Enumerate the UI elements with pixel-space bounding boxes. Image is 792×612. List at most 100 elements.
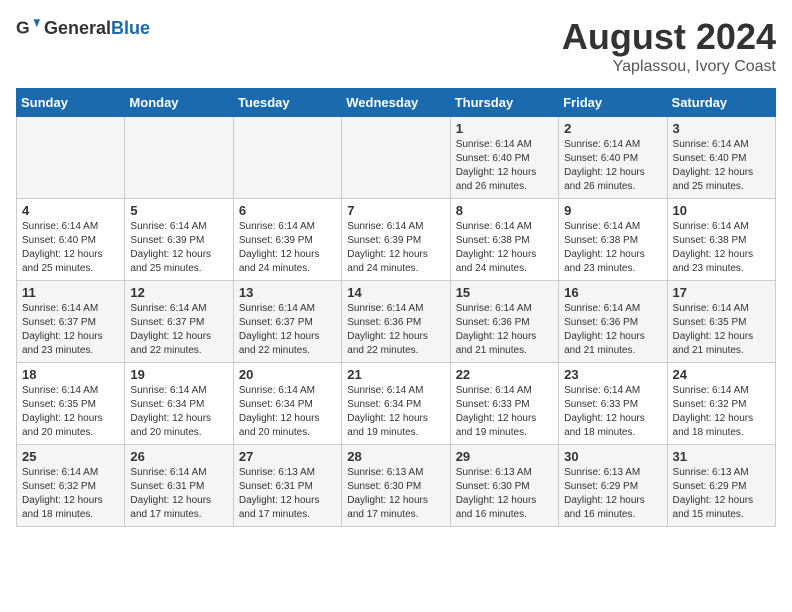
- day-info: Sunrise: 6:14 AM Sunset: 6:32 PM Dayligh…: [673, 384, 770, 440]
- day-info: Sunrise: 6:14 AM Sunset: 6:38 PM Dayligh…: [673, 220, 770, 276]
- calendar-cell: 2Sunrise: 6:14 AM Sunset: 6:40 PM Daylig…: [559, 117, 667, 199]
- calendar-week-row: 25Sunrise: 6:14 AM Sunset: 6:32 PM Dayli…: [17, 445, 776, 527]
- calendar-cell: 23 Sunrise: 6:14 AM Sunset: 6:33 PM Dayli…: [559, 363, 667, 445]
- day-info: Sunrise: 6:14 AM Sunset: 6:36 PM Dayligh…: [564, 302, 661, 358]
- calendar-cell: 29 Sunrise: 6:13 AM Sunset: 6:30 PM Dayli…: [450, 445, 558, 527]
- day-number: 5: [130, 203, 227, 218]
- day-number: 28: [347, 449, 444, 464]
- day-number: 22: [456, 367, 553, 382]
- day-number: 8: [456, 203, 553, 218]
- day-info: Sunrise: 6:14 AM Sunset: 6:31 PM Dayligh…: [130, 466, 227, 522]
- calendar-cell: 6Sunrise: 6:14 AM Sunset: 6:39 PM Daylig…: [233, 199, 341, 281]
- logo-text-blue: Blue: [111, 18, 150, 38]
- calendar-cell: 5 Sunrise: 6:14 AM Sunset: 6:39 PM Daylig…: [125, 199, 233, 281]
- calendar-body: 1 Sunrise: 6:14 AM Sunset: 6:40 PM Daylig…: [17, 117, 776, 527]
- day-header-row: SundayMondayTuesdayWednesdayThursdayFrid…: [17, 89, 776, 117]
- calendar-cell: 19Sunrise: 6:14 AM Sunset: 6:34 PM Dayli…: [125, 363, 233, 445]
- day-info: Sunrise: 6:14 AM Sunset: 6:39 PM Dayligh…: [130, 220, 227, 276]
- day-header-tuesday: Tuesday: [233, 89, 341, 117]
- day-number: 18: [22, 367, 119, 382]
- svg-text:G: G: [16, 18, 30, 38]
- day-number: 26: [130, 449, 227, 464]
- day-number: 25: [22, 449, 119, 464]
- calendar-week-row: 4 Sunrise: 6:14 AM Sunset: 6:40 PM Daylig…: [17, 199, 776, 281]
- calendar-cell: 12 Sunrise: 6:14 AM Sunset: 6:37 PM Dayli…: [125, 281, 233, 363]
- calendar-cell: 24 Sunrise: 6:14 AM Sunset: 6:32 PM Dayli…: [667, 363, 775, 445]
- calendar-cell: 4 Sunrise: 6:14 AM Sunset: 6:40 PM Daylig…: [17, 199, 125, 281]
- day-number: 1: [456, 121, 553, 136]
- logo-icon: G: [16, 16, 40, 40]
- day-number: 3: [673, 121, 770, 136]
- day-header-monday: Monday: [125, 89, 233, 117]
- calendar-cell: 25Sunrise: 6:14 AM Sunset: 6:32 PM Dayli…: [17, 445, 125, 527]
- title-area: August 2024 Yaplassou, Ivory Coast: [562, 16, 776, 76]
- calendar-header: SundayMondayTuesdayWednesdayThursdayFrid…: [17, 89, 776, 117]
- calendar-cell: [342, 117, 450, 199]
- day-header-thursday: Thursday: [450, 89, 558, 117]
- day-number: 12: [130, 285, 227, 300]
- calendar-week-row: 11 Sunrise: 6:14 AM Sunset: 6:37 PM Dayli…: [17, 281, 776, 363]
- day-info: Sunrise: 6:14 AM Sunset: 6:33 PM Dayligh…: [456, 384, 553, 440]
- day-number: 4: [22, 203, 119, 218]
- day-info: Sunrise: 6:13 AM Sunset: 6:31 PM Dayligh…: [239, 466, 336, 522]
- calendar-cell: 10 Sunrise: 6:14 AM Sunset: 6:38 PM Dayli…: [667, 199, 775, 281]
- calendar-cell: 27Sunrise: 6:13 AM Sunset: 6:31 PM Dayli…: [233, 445, 341, 527]
- calendar-week-row: 1 Sunrise: 6:14 AM Sunset: 6:40 PM Daylig…: [17, 117, 776, 199]
- day-header-sunday: Sunday: [17, 89, 125, 117]
- day-number: 11: [22, 285, 119, 300]
- calendar-cell: 16Sunrise: 6:14 AM Sunset: 6:36 PM Dayli…: [559, 281, 667, 363]
- logo-text-general: General: [44, 18, 111, 38]
- day-info: Sunrise: 6:14 AM Sunset: 6:35 PM Dayligh…: [673, 302, 770, 358]
- day-number: 31: [673, 449, 770, 464]
- calendar-table: SundayMondayTuesdayWednesdayThursdayFrid…: [16, 88, 776, 527]
- calendar-cell: 11 Sunrise: 6:14 AM Sunset: 6:37 PM Dayli…: [17, 281, 125, 363]
- day-info: Sunrise: 6:13 AM Sunset: 6:30 PM Dayligh…: [456, 466, 553, 522]
- calendar-cell: 28 Sunrise: 6:13 AM Sunset: 6:30 PM Dayli…: [342, 445, 450, 527]
- day-number: 24: [673, 367, 770, 382]
- day-number: 10: [673, 203, 770, 218]
- day-info: Sunrise: 6:14 AM Sunset: 6:39 PM Dayligh…: [347, 220, 444, 276]
- day-number: 13: [239, 285, 336, 300]
- day-info: Sunrise: 6:14 AM Sunset: 6:39 PM Dayligh…: [239, 220, 336, 276]
- calendar-cell: 20Sunrise: 6:14 AM Sunset: 6:34 PM Dayli…: [233, 363, 341, 445]
- day-info: Sunrise: 6:14 AM Sunset: 6:40 PM Dayligh…: [22, 220, 119, 276]
- calendar-title: August 2024: [562, 16, 776, 58]
- day-info: Sunrise: 6:14 AM Sunset: 6:35 PM Dayligh…: [22, 384, 119, 440]
- day-info: Sunrise: 6:14 AM Sunset: 6:33 PM Dayligh…: [564, 384, 661, 440]
- day-number: 29: [456, 449, 553, 464]
- day-info: Sunrise: 6:13 AM Sunset: 6:30 PM Dayligh…: [347, 466, 444, 522]
- day-info: Sunrise: 6:14 AM Sunset: 6:34 PM Dayligh…: [239, 384, 336, 440]
- day-number: 21: [347, 367, 444, 382]
- day-info: Sunrise: 6:14 AM Sunset: 6:40 PM Dayligh…: [456, 138, 553, 194]
- day-number: 23: [564, 367, 661, 382]
- day-info: Sunrise: 6:13 AM Sunset: 6:29 PM Dayligh…: [564, 466, 661, 522]
- day-header-wednesday: Wednesday: [342, 89, 450, 117]
- day-info: Sunrise: 6:14 AM Sunset: 6:37 PM Dayligh…: [22, 302, 119, 358]
- day-number: 9: [564, 203, 661, 218]
- day-info: Sunrise: 6:14 AM Sunset: 6:40 PM Dayligh…: [564, 138, 661, 194]
- calendar-cell: 1 Sunrise: 6:14 AM Sunset: 6:40 PM Daylig…: [450, 117, 558, 199]
- logo: G GeneralBlue: [16, 16, 150, 40]
- calendar-cell: 14Sunrise: 6:14 AM Sunset: 6:36 PM Dayli…: [342, 281, 450, 363]
- calendar-cell: 18 Sunrise: 6:14 AM Sunset: 6:35 PM Dayli…: [17, 363, 125, 445]
- calendar-cell: 8 Sunrise: 6:14 AM Sunset: 6:38 PM Daylig…: [450, 199, 558, 281]
- calendar-cell: 22 Sunrise: 6:14 AM Sunset: 6:33 PM Dayli…: [450, 363, 558, 445]
- day-number: 15: [456, 285, 553, 300]
- calendar-cell: 15Sunrise: 6:14 AM Sunset: 6:36 PM Dayli…: [450, 281, 558, 363]
- calendar-cell: [125, 117, 233, 199]
- calendar-cell: 13Sunrise: 6:14 AM Sunset: 6:37 PM Dayli…: [233, 281, 341, 363]
- day-info: Sunrise: 6:14 AM Sunset: 6:34 PM Dayligh…: [347, 384, 444, 440]
- calendar-cell: 17 Sunrise: 6:14 AM Sunset: 6:35 PM Dayli…: [667, 281, 775, 363]
- calendar-cell: [233, 117, 341, 199]
- day-number: 7: [347, 203, 444, 218]
- day-info: Sunrise: 6:14 AM Sunset: 6:38 PM Dayligh…: [456, 220, 553, 276]
- calendar-location: Yaplassou, Ivory Coast: [562, 58, 776, 76]
- day-number: 17: [673, 285, 770, 300]
- calendar-week-row: 18 Sunrise: 6:14 AM Sunset: 6:35 PM Dayli…: [17, 363, 776, 445]
- day-header-friday: Friday: [559, 89, 667, 117]
- day-info: Sunrise: 6:14 AM Sunset: 6:40 PM Dayligh…: [673, 138, 770, 194]
- day-info: Sunrise: 6:14 AM Sunset: 6:37 PM Dayligh…: [130, 302, 227, 358]
- calendar-cell: 7 Sunrise: 6:14 AM Sunset: 6:39 PM Daylig…: [342, 199, 450, 281]
- day-number: 19: [130, 367, 227, 382]
- day-info: Sunrise: 6:14 AM Sunset: 6:38 PM Dayligh…: [564, 220, 661, 276]
